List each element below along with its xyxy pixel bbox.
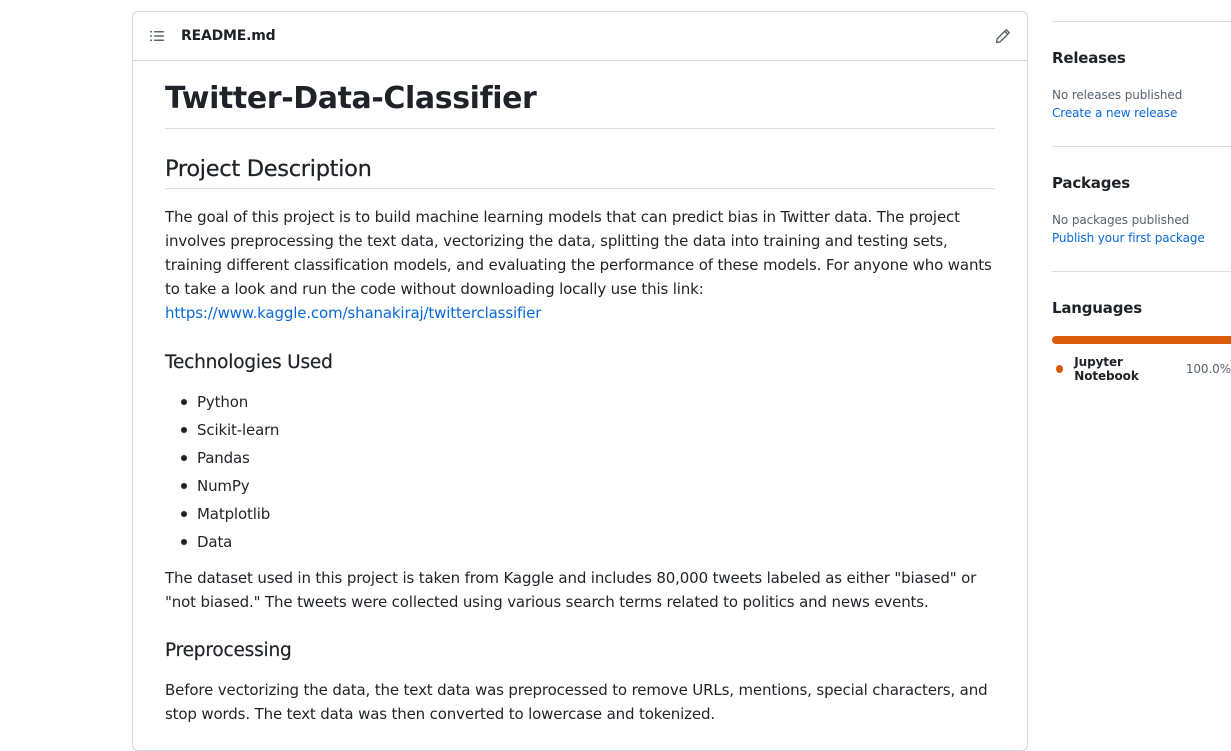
languages-title: Languages xyxy=(1052,299,1142,317)
technologies-heading: Technologies Used xyxy=(165,352,333,373)
list-item: Data xyxy=(181,530,995,558)
list-item: Matplotlib xyxy=(181,502,995,530)
language-percent: 100.0% xyxy=(1185,362,1231,376)
packages-status: No packages published xyxy=(1052,213,1190,227)
list-item: Pandas xyxy=(181,446,995,474)
dataset-paragraph: The dataset used in this project is take… xyxy=(165,569,977,611)
language-color-dot xyxy=(1056,365,1064,373)
sidebar-divider xyxy=(1052,271,1231,272)
project-description-paragraph: The goal of this project is to build mac… xyxy=(165,205,997,325)
list-item: Python xyxy=(181,390,995,418)
readme-header: README.md xyxy=(133,12,1027,61)
packages-title[interactable]: Packages xyxy=(1052,174,1130,192)
project-description-heading: Project Description xyxy=(165,155,995,189)
project-description-text: The goal of this project is to build mac… xyxy=(165,208,992,298)
languages-bar-segment xyxy=(1052,336,1231,344)
pencil-icon[interactable] xyxy=(995,28,1011,44)
create-release-link[interactable]: Create a new release xyxy=(1052,106,1177,120)
preprocessing-heading: Preprocessing xyxy=(165,640,292,661)
preprocessing-paragraph: Before vectorizing the data, the text da… xyxy=(165,681,988,723)
readme-title: Twitter-Data-Classifier xyxy=(165,81,995,129)
language-item[interactable]: Jupyter Notebook 100.0% xyxy=(1056,355,1231,383)
readme-filename: README.md xyxy=(181,28,276,44)
releases-status: No releases published xyxy=(1052,88,1183,102)
sidebar-divider xyxy=(1052,146,1231,147)
language-name: Jupyter Notebook xyxy=(1074,355,1139,383)
releases-title[interactable]: Releases xyxy=(1052,49,1126,67)
languages-bar xyxy=(1052,336,1231,344)
publish-package-link[interactable]: Publish your first package xyxy=(1052,231,1205,245)
kaggle-link[interactable]: https://www.kaggle.com/shanakiraj/twitte… xyxy=(165,304,541,322)
sidebar-divider xyxy=(1052,21,1231,22)
technologies-list: Python Scikit-learn Pandas NumPy Matplot… xyxy=(165,390,995,558)
list-item: NumPy xyxy=(181,474,995,502)
list-unordered-icon[interactable] xyxy=(149,28,165,44)
readme-panel: README.md Twitter-Data-Classifier Projec… xyxy=(132,11,1028,751)
repo-sidebar: Releases No releases published Create a … xyxy=(1052,0,1231,736)
readme-content: Twitter-Data-Classifier Project Descript… xyxy=(133,61,1027,726)
list-item: Scikit-learn xyxy=(181,418,995,446)
